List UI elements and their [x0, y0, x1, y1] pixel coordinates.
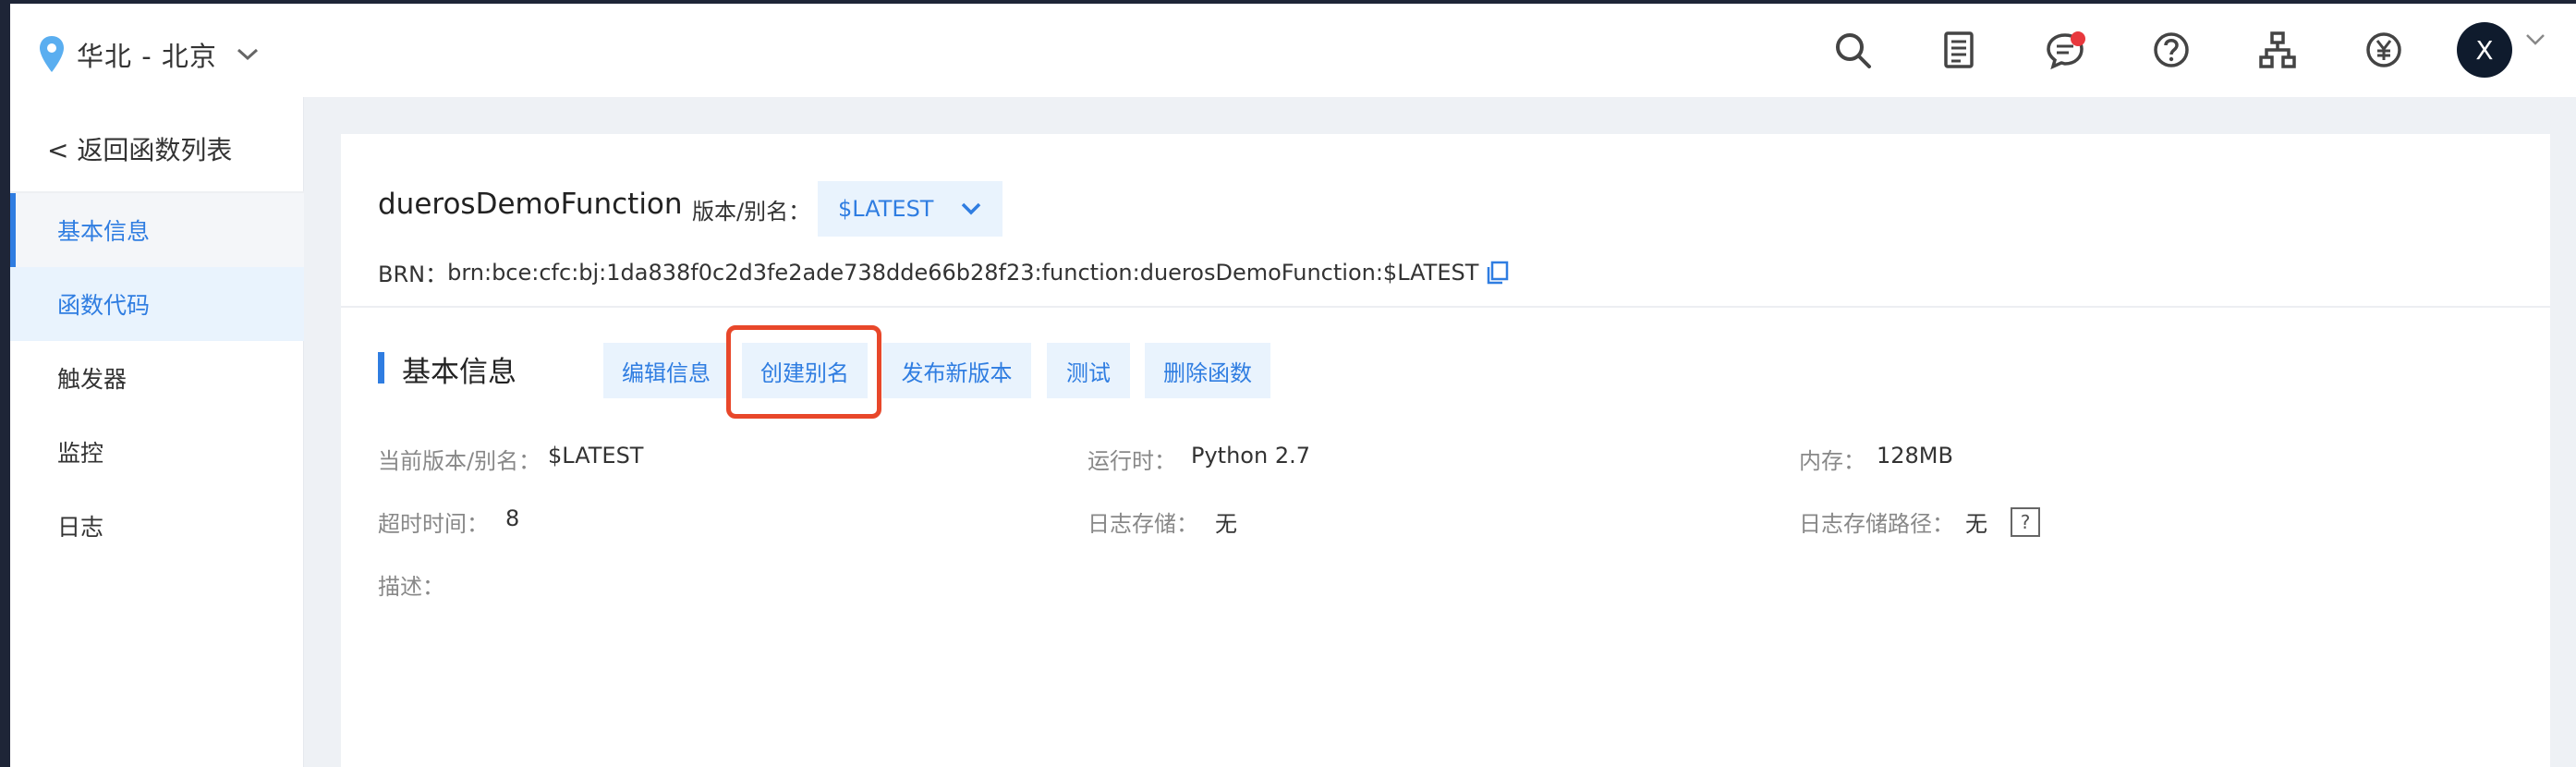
version-alias-value: $LATEST	[838, 196, 934, 222]
timeout-value: 8	[505, 505, 520, 531]
runtime-value: Python 2.7	[1191, 443, 1310, 469]
top-bar: 华北 - 北京 X	[10, 4, 2576, 97]
function-detail-card: duerosDemoFunction 版本/别名： $LATEST BRN： b…	[341, 134, 2550, 767]
sidebar: < 返回函数列表 基本信息 函数代码 触发器 监控 日志	[10, 97, 304, 767]
brn-row: BRN： brn:bce:cfc:bj:1da838f0c2d3fe2ade73…	[378, 256, 1510, 288]
sidebar-item-basic-info[interactable]: 基本信息	[10, 193, 304, 267]
chevron-down-icon	[237, 48, 258, 61]
app-window: 华北 - 北京 X < 返回函数列表 基本信息 函数代码 触发器 监控 日志 d…	[10, 4, 2576, 767]
help-circle-icon[interactable]	[2149, 28, 2193, 72]
org-chart-icon[interactable]	[2255, 28, 2300, 72]
brn-value: brn:bce:cfc:bj:1da838f0c2d3fe2ade738dde6…	[447, 259, 1479, 286]
chevron-down-icon	[961, 202, 981, 215]
edit-info-button[interactable]: 编辑信息	[603, 343, 729, 398]
region-label: 华北 - 北京	[77, 41, 217, 72]
memory-value: 128MB	[1877, 443, 1953, 469]
description-label: 描述：	[378, 574, 444, 600]
brn-label: BRN：	[378, 262, 448, 287]
notification-dot	[2071, 31, 2085, 46]
publish-version-button[interactable]: 发布新版本	[882, 343, 1031, 398]
help-icon[interactable]: ?	[2011, 507, 2040, 537]
current-version-value: $LATEST	[548, 443, 644, 469]
log-storage-label: 日志存储：	[1088, 511, 1198, 537]
version-alias-select[interactable]: $LATEST	[818, 181, 1002, 237]
location-pin-icon	[40, 36, 64, 72]
header-divider	[341, 306, 2550, 308]
chevron-down-icon[interactable]	[2525, 33, 2546, 46]
timeout-label: 超时时间：	[378, 511, 489, 537]
section-title: 基本信息	[402, 356, 516, 389]
region-selector[interactable]: 华北 - 北京	[38, 31, 260, 78]
yen-icon[interactable]	[2362, 28, 2406, 72]
sidebar-item-function-code[interactable]: 函数代码	[10, 267, 304, 341]
log-storage-value: 无	[1215, 511, 1237, 537]
section-accent-bar	[378, 352, 384, 384]
log-path-label: 日志存储路径：	[1799, 511, 1954, 537]
create-alias-button[interactable]: 创建别名	[742, 343, 868, 398]
function-name: duerosDemoFunction	[378, 188, 683, 221]
avatar[interactable]: X	[2457, 22, 2512, 78]
message-icon[interactable]	[2043, 28, 2087, 72]
sidebar-item-logs[interactable]: 日志	[10, 489, 304, 563]
runtime-label: 运行时：	[1088, 448, 1176, 474]
sidebar-item-triggers[interactable]: 触发器	[10, 341, 304, 415]
back-to-function-list-link[interactable]: < 返回函数列表	[47, 130, 232, 167]
sidebar-item-monitoring[interactable]: 监控	[10, 415, 304, 489]
current-version-label: 当前版本/别名：	[378, 448, 541, 474]
version-alias-label: 版本/别名：	[692, 199, 811, 225]
memory-label: 内存：	[1799, 448, 1865, 474]
delete-function-button[interactable]: 删除函数	[1145, 343, 1270, 398]
test-button[interactable]: 测试	[1047, 343, 1130, 398]
document-list-icon[interactable]	[1937, 28, 1981, 72]
copy-icon[interactable]	[1486, 261, 1510, 285]
log-path-value: 无	[1965, 511, 1987, 537]
search-icon[interactable]	[1830, 28, 1875, 72]
